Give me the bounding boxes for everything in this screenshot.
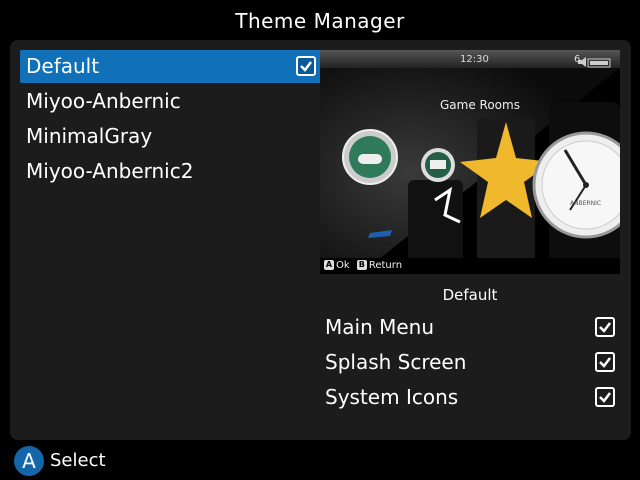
select-hint-label: Select — [50, 450, 106, 471]
preview-status-bar: 12:30 6 — [320, 52, 620, 68]
theme-item-label: Miyoo-Anbernic2 — [26, 159, 194, 183]
theme-item-label: Default — [26, 54, 100, 78]
checkbox-checked-icon[interactable] — [595, 387, 615, 407]
page-title: Theme Manager — [235, 9, 405, 33]
main-panel: Default Miyoo-Anbernic MinimalGray Miyoo… — [10, 40, 631, 440]
theme-item-minimalgray[interactable]: MinimalGray — [20, 120, 322, 153]
theme-list: Default Miyoo-Anbernic MinimalGray Miyoo… — [20, 50, 322, 190]
theme-item-label: Miyoo-Anbernic — [26, 89, 181, 113]
preview-footer-return: Return — [368, 260, 403, 271]
preview-clock-brand: ANBERNIC — [570, 200, 602, 207]
b-button-icon: B — [356, 260, 367, 270]
theme-item-default[interactable]: Default — [20, 50, 322, 83]
component-label: Main Menu — [325, 315, 435, 339]
a-button-icon[interactable]: A — [14, 446, 44, 476]
bottom-hint-bar: A Select — [14, 445, 106, 477]
preview-clock: 12:30 — [460, 54, 489, 65]
a-button-icon: A — [324, 260, 334, 270]
preview-footer: A Ok B Return — [320, 258, 620, 274]
selected-theme-name: Default — [442, 286, 498, 304]
theme-item-miyoo-anbernic2[interactable]: Miyoo-Anbernic2 — [20, 155, 322, 188]
component-splash-screen[interactable]: Splash Screen — [325, 345, 615, 379]
checkbox-checked-icon[interactable] — [595, 352, 615, 372]
preview-footer-ok: Ok — [336, 260, 350, 271]
theme-item-label: MinimalGray — [26, 124, 153, 148]
component-system-icons[interactable]: System Icons — [325, 380, 615, 414]
theme-item-miyoo-anbernic[interactable]: Miyoo-Anbernic — [20, 85, 322, 118]
theme-preview-image: 12:30 6 Game Rooms ANBERNIC A Ok B Return — [320, 50, 620, 274]
checkbox-checked-icon — [296, 56, 316, 76]
preview-section-title: Game Rooms — [440, 98, 520, 112]
preview-scene — [320, 50, 620, 274]
component-main-menu[interactable]: Main Menu — [325, 310, 615, 344]
preview-battery-level: 6 — [574, 54, 581, 65]
component-label: System Icons — [325, 385, 459, 409]
checkbox-checked-icon[interactable] — [595, 317, 615, 337]
component-label: Splash Screen — [325, 350, 467, 374]
